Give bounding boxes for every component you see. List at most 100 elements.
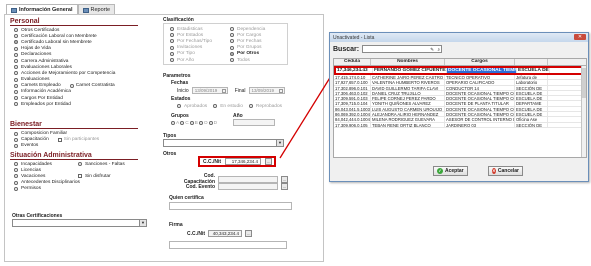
form-icon xyxy=(11,7,17,13)
cod-evento-row: Cod. Evento … xyxy=(177,183,288,190)
cell-cargo: OPERARIO CALIFICADO xyxy=(445,80,515,85)
close-button[interactable]: ✕ xyxy=(574,34,586,40)
radio-sanciones-faltas[interactable]: Sanciones - Faltas xyxy=(74,161,125,167)
fechas-title: Fechas xyxy=(171,80,189,86)
radio-todos[interactable]: Todos xyxy=(230,57,290,63)
cell-dependencia: SECCIÓN DE xyxy=(515,122,548,127)
section-title-personal: Personal xyxy=(10,18,138,26)
ellipsis-icon: … xyxy=(282,176,287,182)
clasificacion-box: Estadisticas Dependencia Por Estados Por… xyxy=(163,23,288,65)
table-row-selected[interactable]: 17,346,234.43 FERNANDO GOMEZ CIFUENTES D… xyxy=(334,66,586,75)
ano-field[interactable] xyxy=(233,119,275,126)
cell-cedula: 86,069,392.0.10042 xyxy=(335,112,371,117)
radio-grupo-o[interactable]: O xyxy=(198,120,208,126)
radio-grupo-b[interactable]: B xyxy=(189,120,198,126)
checkbox-sin-participantes[interactable]: Sin participantes xyxy=(57,137,99,142)
cell-dependencia: SECCIÓN DE xyxy=(515,85,548,90)
cod-capacitacion-input[interactable] xyxy=(218,175,278,183)
close-icon: ✕ xyxy=(492,168,496,174)
radio-aprobados[interactable]: Aprobados xyxy=(177,103,207,109)
radio-grupo-c[interactable]: C xyxy=(180,120,189,126)
ellipsis-icon: … xyxy=(266,159,271,164)
close-icon: ✕ xyxy=(577,34,583,40)
cell-dependencia: Oficina Ase xyxy=(515,117,548,122)
radio-permisos[interactable]: Permisos xyxy=(10,186,74,192)
firma-name-input[interactable] xyxy=(169,241,287,249)
firma-row: C.C./Nit 40,343,234.4 … xyxy=(187,230,253,237)
cell-cargo: JARDINERO 03 xyxy=(445,122,515,127)
radio-por-ano[interactable]: Por Año xyxy=(170,57,230,63)
final-label: Final xyxy=(234,87,246,94)
cell-cedula: 17,302,896.0.101 xyxy=(334,85,371,90)
popup-title: Unactivated - Lista xyxy=(333,34,375,41)
column-header-cedula[interactable]: Cédula xyxy=(334,59,371,65)
otras-certificaciones-select[interactable]: ▼ xyxy=(12,219,147,227)
inicio-date-field[interactable]: 13/09/2019 xyxy=(191,87,228,94)
middle-panel: Clasificación Estadisticas Dependencia P… xyxy=(163,17,321,262)
popup-titlebar: Unactivated - Lista ✕ xyxy=(330,33,588,42)
ellipsis-icon: … xyxy=(246,231,251,236)
calendar-icon[interactable] xyxy=(278,89,283,93)
cell-cargo: ASESOR DE CONTROL INTERNO DISCIPLINARIO xyxy=(445,117,515,122)
section-title-bienestar: Bienestar xyxy=(10,121,138,130)
left-panel: Personal Otros Certificados Certificació… xyxy=(10,18,160,192)
column-header-dependencia[interactable] xyxy=(515,59,548,65)
otros-title: Otros xyxy=(163,151,177,157)
cell-nombres: DAVID GUILLERMO TARIFA CLAVI xyxy=(371,85,445,90)
lookup-button[interactable]: … xyxy=(281,175,288,183)
radio-grupo-a[interactable]: A xyxy=(171,120,179,126)
cancelar-button[interactable]: ✕ Cancelar xyxy=(488,166,523,176)
fechas-row: Inicio 13/09/2019 Final 13/09/2019 xyxy=(177,87,285,94)
quien-certifica-input[interactable] xyxy=(169,202,292,210)
cell-cedula: 84,042,444.0.10044 xyxy=(335,117,371,122)
grupos-title: Grupos xyxy=(171,113,189,119)
tab-label: Reporte xyxy=(90,7,111,13)
calendar-icon[interactable] xyxy=(221,89,226,93)
radio-en-estudio[interactable]: En estudio xyxy=(213,103,243,109)
chevron-down-icon[interactable]: ▼ xyxy=(276,140,283,146)
cell-cargo: DOCENTE OCASIONAL TIEMPO COMPLETO xyxy=(447,68,517,73)
cell-nombres: YONITH QUIÑONES ALVAREZ xyxy=(371,101,445,106)
cell-nombres: CATHERINE JAIRO PEREZ CASTRO xyxy=(372,75,445,80)
chevron-down-icon[interactable]: ▼ xyxy=(139,220,146,226)
estados-row: Aprobados En estudio Reprobados xyxy=(177,103,282,109)
vertical-scrollbar[interactable] xyxy=(581,66,586,157)
cell-nombres: VALENTINA HUMBERTO RIVEROS xyxy=(371,80,445,85)
scrollbar-thumb[interactable] xyxy=(582,68,586,98)
buscar-input[interactable]: ✎ ⌕ xyxy=(362,45,443,53)
aceptar-button[interactable]: ✓ Aceptar xyxy=(433,166,468,176)
cc-nit-input[interactable]: 17,346,234.4 xyxy=(225,158,262,165)
table-row[interactable]: 17,309,906.0.105 TEBAN RENE ORTIZ BLANCO J… xyxy=(334,122,586,128)
tab-label: Información General xyxy=(19,7,73,13)
column-header-nombres[interactable]: Nombres xyxy=(371,59,445,65)
firma-cc-input[interactable]: 40,343,234.4 xyxy=(208,230,243,237)
lookup-button[interactable]: … xyxy=(245,230,253,237)
filter-icon[interactable]: ⌕ xyxy=(438,47,441,52)
radio-carnet-contratista[interactable]: Carnet Contratista xyxy=(69,83,115,88)
radio-grupo-d[interactable]: D xyxy=(208,120,217,126)
ellipsis-icon: … xyxy=(282,184,287,189)
lookup-button[interactable]: … xyxy=(265,158,273,165)
edit-icon[interactable]: ✎ xyxy=(430,47,434,53)
cell-dependencia: ESCUELA DE xyxy=(518,68,550,73)
radio-reprobados[interactable]: Reprobados xyxy=(248,103,282,109)
personal-options: Otros Certificados Certificación Laboral… xyxy=(10,27,160,107)
buscar-label: Buscar: xyxy=(333,45,360,53)
cell-dependencia: ESCUELA DE xyxy=(515,112,548,117)
cell-nombres: TEBAN RENE ORTIZ BLANCO xyxy=(371,122,445,127)
grid-header: Cédula Nombres Cargos xyxy=(334,59,586,66)
cell-dependencia: ESCUELA DE xyxy=(515,96,548,101)
checkbox-sin-disfrutar[interactable]: Sin disfrutar xyxy=(74,173,125,179)
cell-cedula: 17,309,591.0.103 xyxy=(334,96,371,101)
lista-popup: Unactivated - Lista ✕ Buscar: ✎ ⌕ Cédula… xyxy=(329,32,589,182)
grupos-row: A C B O D xyxy=(171,120,217,126)
cod-evento-input[interactable] xyxy=(218,183,278,190)
report-icon xyxy=(82,7,89,13)
quien-certifica-title: Quien certifica xyxy=(169,195,204,201)
cell-dependencia: DEPARTAME xyxy=(515,101,548,106)
column-header-cargos[interactable]: Cargos xyxy=(445,59,515,65)
check-icon: ✓ xyxy=(437,168,443,174)
lookup-button[interactable]: … xyxy=(281,183,288,190)
tipos-select[interactable]: ▼ xyxy=(163,139,284,147)
final-date-field[interactable]: 13/09/2019 xyxy=(248,87,285,94)
